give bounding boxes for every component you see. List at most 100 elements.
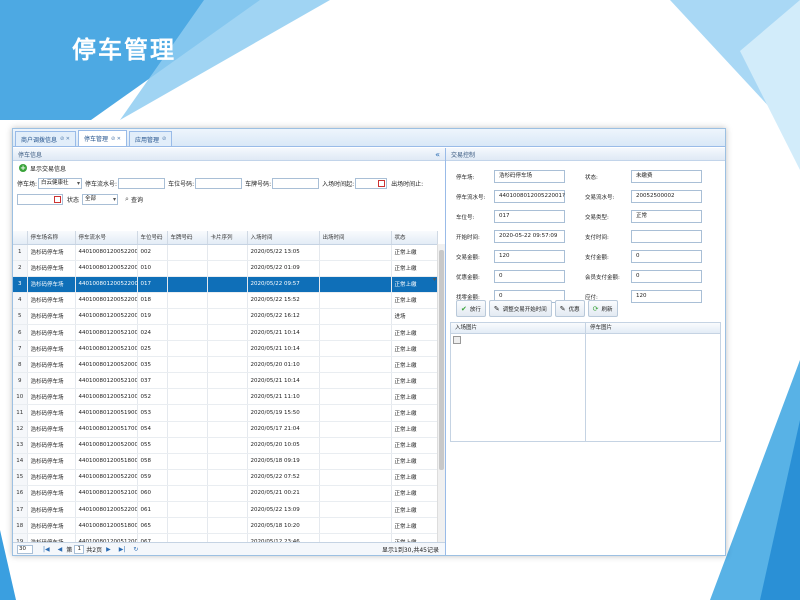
serial-field[interactable]: 440100801200522001?: [494, 190, 565, 203]
row-number: 2: [13, 260, 28, 277]
refresh-label: 刷新: [601, 306, 613, 313]
table-row[interactable]: 11 浩杉码停车场 440100801200519001 053 2020/05/19 …: [13, 404, 438, 422]
member-pay-field[interactable]: 0: [631, 270, 702, 283]
table-row[interactable]: 18 浩杉码停车场 440100801200518001 065 2020/05/18 …: [13, 517, 438, 535]
calendar-icon[interactable]: [378, 179, 386, 187]
status-field[interactable]: 未缴费: [631, 170, 702, 183]
discount-field[interactable]: 0: [494, 270, 565, 283]
image-panel: 入场图片 停车图片: [450, 322, 721, 442]
table-cell: 2020/05/21 00:21: [247, 485, 320, 503]
column-header[interactable]: [13, 231, 28, 245]
table-row[interactable]: 2 浩杉码停车场 440100801200522001 010 2020/05/22 0…: [13, 260, 438, 277]
column-header[interactable]: 卡片序列: [207, 231, 248, 245]
discount-button[interactable]: ✎ 优惠: [554, 300, 585, 317]
table-row[interactable]: 4 浩杉码停车场 440100801200522001 018 2020/05/22 1…: [13, 292, 438, 309]
paid-field[interactable]: 0: [631, 250, 702, 263]
lot-label: 停车场:: [17, 180, 38, 188]
serial-input[interactable]: [118, 177, 166, 189]
table-cell: 440100801200519001: [75, 404, 138, 422]
table-cell: [167, 501, 208, 519]
table-row[interactable]: 10 浩杉码停车场 440100801200521001 052 2020/05/21 …: [13, 388, 438, 406]
column-header[interactable]: 出场时间: [319, 231, 392, 245]
column-header[interactable]: 车位号码: [137, 231, 168, 245]
plus-icon[interactable]: +: [19, 164, 27, 172]
show-trade-info-button[interactable]: 显示交易信息: [30, 164, 66, 173]
table-row[interactable]: 6 浩杉码停车场 440100801200521001 024 2020/05/21 1…: [13, 324, 438, 342]
page-size-select[interactable]: 30: [17, 544, 33, 554]
table-cell: [207, 437, 248, 454]
trade-serial-field[interactable]: 20052500002: [631, 190, 702, 203]
column-header[interactable]: 状态: [391, 231, 438, 245]
table-row[interactable]: 9 浩杉码停车场 440100801200521001 037 2020/05/21 1…: [13, 372, 438, 390]
tab-bar: 商户调拨信息 ⊘ ✕ 停车管理 ⊘ ✕ 应用管理 ⊘: [13, 129, 725, 147]
lot-field[interactable]: 浩杉码停车场: [494, 170, 565, 183]
column-header[interactable]: 入场时间: [247, 231, 320, 245]
first-page-icon[interactable]: |◀: [43, 546, 50, 553]
column-header[interactable]: 停车流水号: [75, 231, 138, 245]
table-row[interactable]: 17 浩杉码停车场 440100801200522001 061 2020/05/22 …: [13, 501, 438, 519]
table-cell: [319, 469, 392, 486]
row-number: 4: [13, 292, 28, 309]
plate-input[interactable]: [272, 177, 320, 189]
table-row[interactable]: 16 浩杉码停车场 440100801200521001 060 2020/05/21 …: [13, 485, 438, 503]
table-cell: [207, 388, 248, 406]
table-cell: 061: [137, 501, 168, 519]
close-icon[interactable]: ⊘ ✕: [60, 136, 70, 142]
calendar-icon[interactable]: [54, 195, 61, 203]
column-header[interactable]: 停车场名称: [27, 231, 76, 245]
refresh-button[interactable]: ⟳ 刷新: [587, 300, 618, 317]
tab-parking[interactable]: 停车管理 ⊘ ✕: [77, 130, 127, 146]
table-row[interactable]: 13 浩杉码停车场 440100801200520001 055 2020/05/20 …: [13, 437, 438, 454]
close-icon[interactable]: ⊘: [162, 136, 166, 142]
page-total: 共2页: [86, 546, 103, 554]
last-page-icon[interactable]: ▶|: [119, 546, 126, 553]
start-time-field[interactable]: 2020-05-22 09:57:09: [494, 230, 565, 243]
table-cell: 正常上缴: [391, 421, 438, 438]
table-cell: [167, 276, 208, 293]
table-cell: [207, 372, 248, 390]
status-select[interactable]: 全部: [82, 193, 119, 205]
close-icon[interactable]: ⊘ ✕: [111, 136, 121, 142]
tab-app[interactable]: 应用管理 ⊘: [128, 131, 173, 146]
search-button[interactable]: ⌕ 查询: [125, 195, 143, 204]
pay-time-field[interactable]: [631, 230, 702, 243]
table-cell: 正常上缴: [391, 340, 438, 358]
refresh-icon[interactable]: ↻: [133, 546, 138, 553]
table-row[interactable]: 1 浩杉码停车场 440100801200522001 002 2020/05/22 1…: [13, 244, 438, 261]
table-cell: 浩杉码停车场: [27, 421, 76, 438]
table-row[interactable]: 3 浩杉码停车场 440100801200522001 017 2020/05/22 0…: [13, 276, 438, 293]
status-label: 状态:: [585, 175, 598, 181]
lot-select[interactable]: 白云健康社: [38, 177, 83, 189]
amount-field[interactable]: 120: [494, 250, 565, 263]
collapse-icon[interactable]: «: [435, 150, 440, 159]
table-row[interactable]: 8 浩杉码停车场 440100801200520001 035 2020/05/20 0…: [13, 356, 438, 374]
table-cell: 2020/05/17 21:04: [247, 421, 320, 438]
column-header[interactable]: 车牌号码: [167, 231, 208, 245]
table-cell: 440100801200520001: [75, 356, 138, 374]
due-field[interactable]: 120: [631, 290, 702, 303]
table-row[interactable]: 12 浩杉码停车场 440100801200517001 054 2020/05/17 …: [13, 421, 438, 438]
table-cell: [167, 485, 208, 503]
panel-title: 停车信息: [18, 151, 43, 159]
table-cell: 060: [137, 485, 168, 503]
adjust-start-time-button[interactable]: ✎ 调整交易开始时间: [488, 300, 552, 317]
table-cell: 浩杉码停车场: [27, 308, 76, 325]
next-page-icon[interactable]: ▶: [106, 546, 111, 553]
table-cell: 010: [137, 260, 168, 277]
trade-type-field[interactable]: 正常: [631, 210, 702, 223]
table-row[interactable]: 14 浩杉码停车场 440100801200518001 058 2020/05/18 …: [13, 453, 438, 470]
vertical-scrollbar[interactable]: [437, 244, 445, 555]
row-number: 14: [13, 453, 28, 470]
release-button[interactable]: ✔ 放行: [456, 300, 486, 317]
table-row[interactable]: 5 浩杉码停车场 440100801200522001 019 2020/05/22 1…: [13, 308, 438, 325]
page-number-input[interactable]: 1: [74, 544, 85, 554]
table-row[interactable]: 15 浩杉码停车场 440100801200522001 059 2020/05/22 …: [13, 469, 438, 486]
table-cell: 2020/05/21 11:10: [247, 388, 320, 406]
pager-info: 显示1到30,共45记录: [382, 546, 439, 554]
space-input[interactable]: [195, 177, 243, 189]
prev-page-icon[interactable]: ◀: [58, 546, 63, 553]
space-field[interactable]: 017: [494, 210, 565, 223]
table-row[interactable]: 7 浩杉码停车场 440100801200521001 025 2020/05/21 1…: [13, 340, 438, 358]
table-cell: 440100801200521001: [75, 324, 138, 342]
tab-merchant[interactable]: 商户调拨信息 ⊘ ✕: [15, 131, 76, 146]
